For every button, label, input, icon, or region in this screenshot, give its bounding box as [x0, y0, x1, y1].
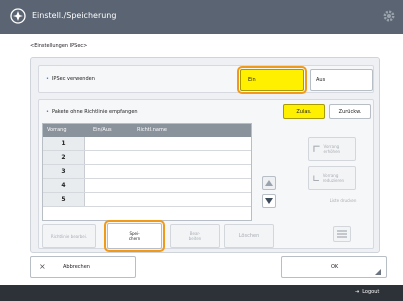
page-title: Einstell./Speicherung [32, 11, 117, 20]
bottom-bar [0, 285, 403, 301]
scroll-up-button[interactable] [262, 176, 276, 190]
row-priority: 2 [43, 151, 85, 164]
settings-register-icon [10, 8, 26, 24]
corner-arrow-icon [375, 269, 381, 275]
packets-block-button[interactable]: Zurückw. [329, 104, 371, 119]
ipsec-off-button[interactable]: Aus [310, 69, 373, 91]
table-row[interactable]: 3 [43, 165, 251, 179]
table-header: Vorrang Ein/Aus Richtl.name [43, 124, 251, 137]
priority-up-button[interactable]: Vorrang erhöhen [308, 137, 356, 161]
print-list-label: Liste drucken [329, 198, 357, 203]
packets-label: • Pakete ohne Richtlinie empfangen [46, 109, 138, 115]
register-button[interactable]: Spei- chern [107, 223, 162, 249]
logout-label: Logout [362, 289, 380, 295]
arrow-up-icon [265, 180, 273, 186]
row-priority: 5 [43, 193, 85, 206]
column-header-on-off: Ein/Aus [93, 127, 112, 133]
edit-button[interactable]: Bear- beiten [170, 224, 220, 248]
delete-button[interactable]: Löschen [224, 224, 274, 248]
priority-down-button[interactable]: Vorrang reduzieren [308, 166, 356, 190]
table-row[interactable]: 1 [43, 137, 251, 151]
table-row[interactable]: 2 [43, 151, 251, 165]
scroll-down-button[interactable] [262, 194, 276, 208]
gear-icon[interactable] [382, 9, 396, 23]
logout-button[interactable]: ⇥ Logout [355, 289, 379, 295]
priority-up-label: Vorrang erhöhen [323, 144, 341, 154]
ipsec-label: • IPSec verwenden [46, 76, 95, 82]
row-priority: 4 [43, 179, 85, 192]
arrow-down-left-icon [313, 175, 319, 182]
arrow-down-icon [265, 198, 273, 204]
list-icon [337, 230, 347, 238]
table-row[interactable]: 5 [43, 193, 251, 207]
cancel-button[interactable]: × Abbrechen [30, 256, 136, 278]
table-row[interactable]: 4 [43, 179, 251, 193]
print-list-button[interactable] [333, 226, 351, 242]
packets-allow-button[interactable]: Zulas. [283, 104, 325, 119]
ok-label: OK [331, 264, 339, 270]
row-priority: 1 [43, 137, 85, 150]
close-icon: × [39, 262, 46, 271]
column-header-policy-name: Richtl.name [137, 127, 167, 133]
ok-button[interactable]: OK [281, 256, 387, 278]
policy-table: Vorrang Ein/Aus Richtl.name 1 2 3 4 5 [42, 123, 252, 221]
ipsec-on-button[interactable]: Ein [240, 69, 304, 91]
breadcrumb: <Einstellungen IPSec> [30, 43, 88, 49]
column-header-priority: Vorrang [47, 127, 67, 133]
arrow-up-left-icon [313, 145, 320, 152]
cancel-label: Abbrechen [63, 264, 90, 270]
priority-down-label: Vorrang reduzieren [322, 173, 345, 183]
logout-icon: ⇥ [355, 289, 360, 295]
row-priority: 3 [43, 165, 85, 178]
policy-edit-button[interactable]: Richtlinie bearbei. [42, 224, 96, 248]
